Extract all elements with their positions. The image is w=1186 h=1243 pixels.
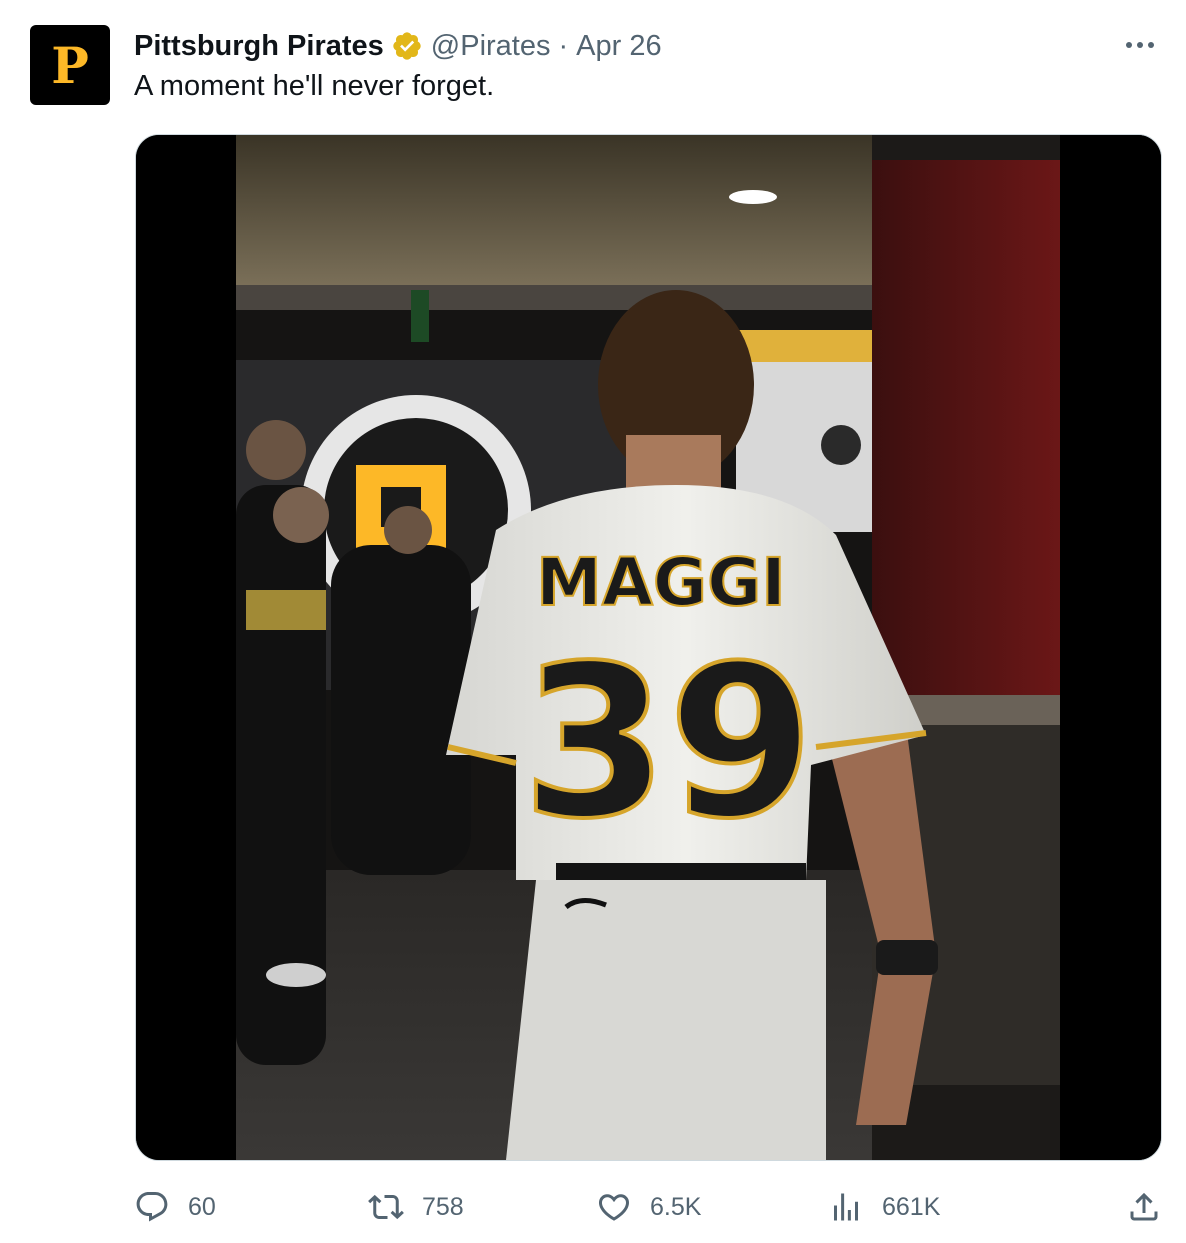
- user-handle[interactable]: @Pirates: [431, 30, 551, 63]
- tweet-text: A moment he'll never forget.: [134, 70, 495, 102]
- views-chart-icon: [834, 1193, 858, 1221]
- tweet-video-media[interactable]: MAGGI 39: [135, 134, 1162, 1161]
- tweet-action-bar: 60 758 6.5K 661K: [134, 1186, 1164, 1228]
- retweet-count: 758: [422, 1192, 464, 1221]
- heart-icon: [598, 1194, 630, 1221]
- avatar[interactable]: P: [30, 25, 110, 105]
- reply-count: 60: [188, 1192, 216, 1221]
- reply-button[interactable]: 60: [134, 1186, 216, 1228]
- share-upload-icon: [1130, 1192, 1158, 1221]
- video-frame-image: MAGGI 39: [136, 135, 1161, 1160]
- like-count: 6.5K: [650, 1192, 702, 1221]
- more-dots-icon[interactable]: [1120, 30, 1160, 60]
- reply-bubble-icon: [136, 1192, 168, 1222]
- separator-dot: ·: [558, 29, 569, 62]
- tweet-header: Pittsburgh Pirates @Pirates · Apr 26: [134, 26, 662, 66]
- jersey-name: MAGGI: [536, 544, 786, 621]
- views-button[interactable]: 661K: [828, 1186, 940, 1228]
- retweet-icon: [368, 1194, 404, 1220]
- pirates-p-logo-icon: P: [51, 36, 89, 95]
- tweet-date[interactable]: Apr 26: [576, 30, 661, 63]
- like-button[interactable]: 6.5K: [596, 1186, 701, 1228]
- verified-gold-badge-icon[interactable]: [391, 30, 423, 62]
- svg-text:P: P: [51, 36, 89, 95]
- display-name[interactable]: Pittsburgh Pirates: [134, 30, 384, 63]
- retweet-button[interactable]: 758: [368, 1186, 464, 1228]
- share-button[interactable]: [1126, 1186, 1180, 1228]
- jersey-number: 39: [522, 620, 814, 865]
- views-count: 661K: [882, 1192, 941, 1221]
- tweet-card[interactable]: P Pittsburgh Pirates @Pirates · Apr 26 A…: [0, 0, 1186, 1243]
